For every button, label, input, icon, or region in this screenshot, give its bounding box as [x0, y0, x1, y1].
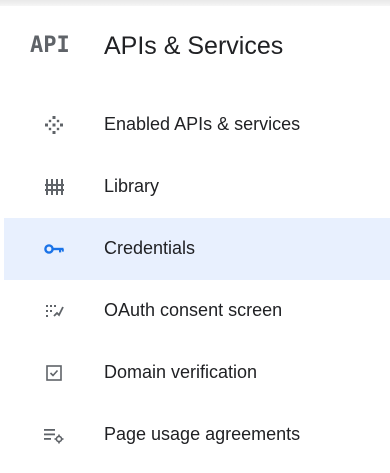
sidebar-item-page-usage-agreements[interactable]: Page usage agreements: [0, 404, 390, 466]
settings-list-icon: [44, 429, 64, 444]
sidebar-item-library[interactable]: Library: [0, 156, 390, 218]
sidebar-item-label: Page usage agreements: [104, 424, 301, 444]
sidebar-item-label: Domain verification: [104, 362, 258, 382]
sidebar-item-domain-verification[interactable]: Domain verification: [0, 342, 390, 404]
sidebar-item-credentials[interactable]: Credentials: [4, 218, 390, 280]
page-title: APIs & Services: [104, 32, 284, 60]
consent-icon: [46, 305, 64, 317]
key-icon: [44, 244, 64, 254]
sidebar-item-label: Library: [104, 176, 160, 196]
sidebar-item-label: Enabled APIs & services: [104, 114, 301, 134]
sidebar-header: API APIs & Services: [0, 6, 390, 80]
sidebar-item-label: Credentials: [104, 238, 196, 258]
diamond-dots-icon: [45, 116, 63, 134]
sidebar-item-enabled-apis[interactable]: Enabled APIs & services: [0, 94, 390, 156]
api-logo: API: [30, 33, 70, 58]
sidebar-item-oauth-consent[interactable]: OAuth consent screen: [0, 280, 390, 342]
checkbox-icon: [46, 365, 62, 381]
sidebar-nav: Enabled APIs & services Library Credenti…: [0, 94, 390, 466]
library-icon: [45, 179, 64, 195]
sidebar-item-label: OAuth consent screen: [104, 300, 283, 320]
